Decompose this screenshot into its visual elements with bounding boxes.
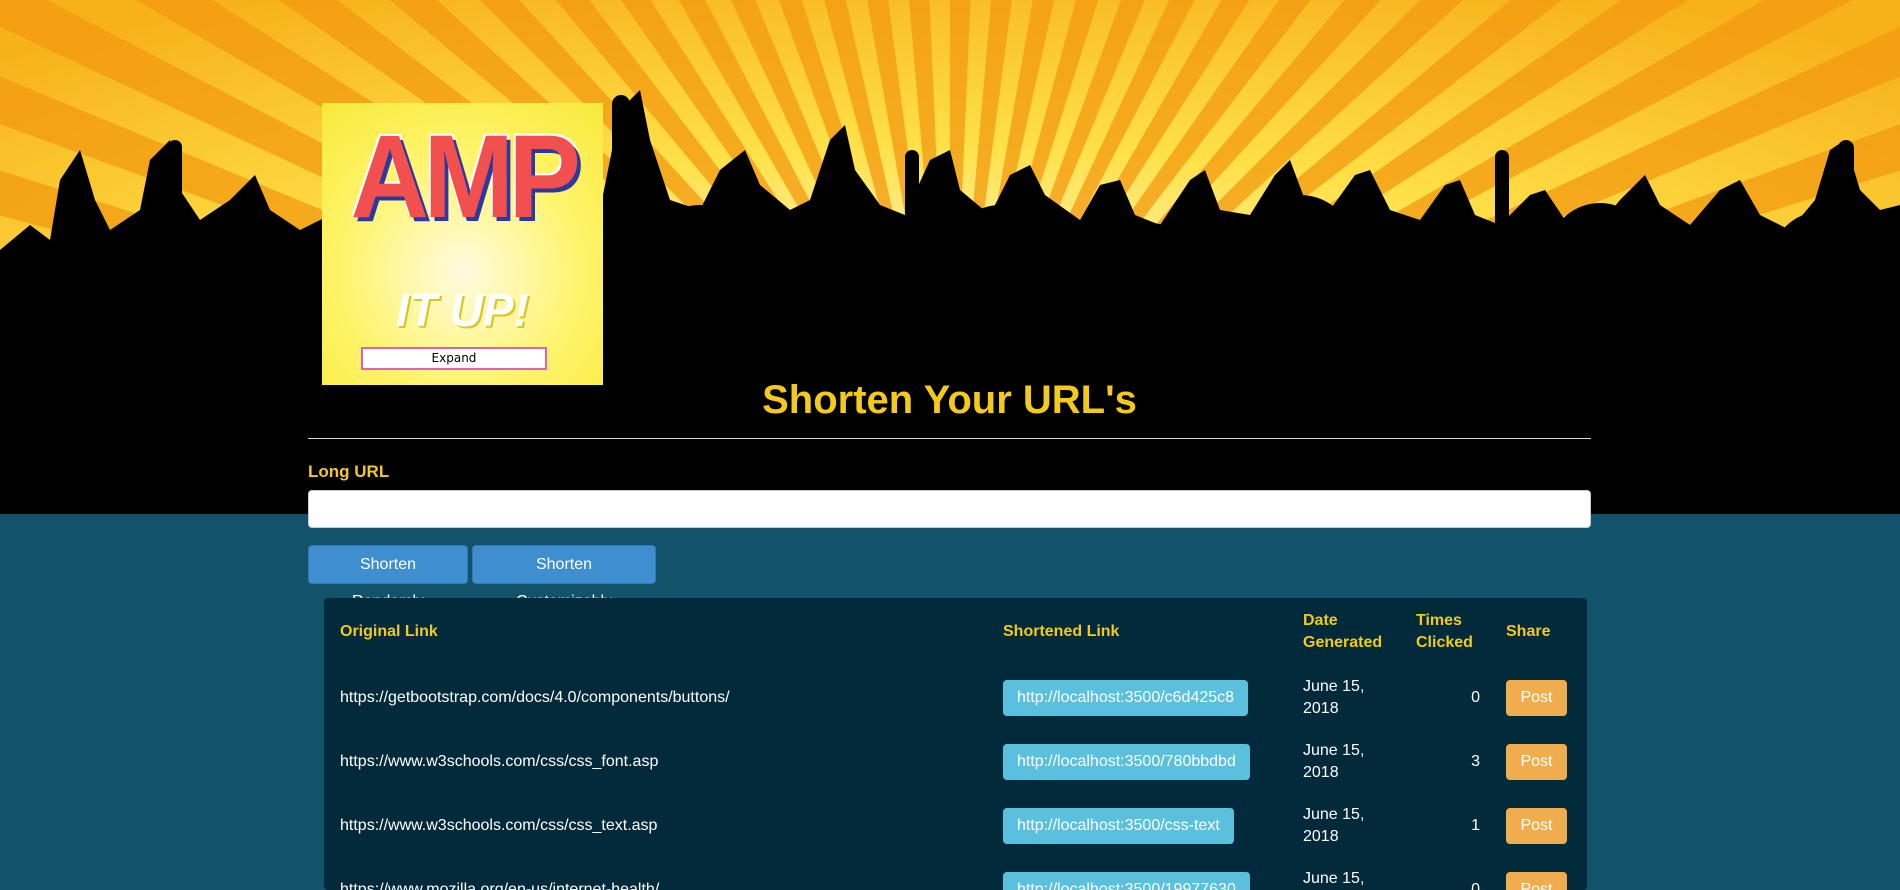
logo-amp-text: AMP	[350, 111, 581, 243]
share-cell: Post	[1496, 666, 1587, 730]
shortened-link[interactable]: http://localhost:3500/780bbdbd	[1003, 744, 1250, 780]
links-table: Original Link Shortened Link Date Genera…	[324, 598, 1587, 890]
table-row: https://www.mozilla.org/en-us/internet-h…	[324, 858, 1587, 890]
post-button[interactable]: Post	[1506, 680, 1567, 716]
divider	[308, 438, 1591, 439]
post-button[interactable]: Post	[1506, 872, 1567, 890]
share-cell: Post	[1496, 794, 1587, 858]
share-cell: Post	[1496, 858, 1587, 890]
date-cell: June 15, 2018	[1303, 742, 1365, 781]
clicks-cell: 0	[1471, 881, 1480, 890]
clicks-cell: 0	[1471, 689, 1480, 706]
links-table-panel: Original Link Shortened Link Date Genera…	[324, 598, 1587, 890]
shortened-link[interactable]: http://localhost:3500/c6d425c8	[1003, 680, 1249, 716]
date-cell: June 15, 2018	[1303, 806, 1365, 845]
shortened-link-cell: http://localhost:3500/css-text	[987, 794, 1297, 858]
date-cell: June 15, 2018	[1303, 870, 1365, 887]
shortened-link[interactable]: http://localhost:3500/css-text	[1003, 808, 1234, 844]
header-share: Share	[1506, 623, 1551, 640]
hero-banner	[0, 0, 1900, 514]
logo-it-up-text: IT UP!	[396, 284, 529, 336]
clicks-cell: 1	[1471, 817, 1480, 834]
shortened-link-cell: http://localhost:3500/19977630	[987, 858, 1297, 890]
shortened-link-cell: http://localhost:3500/780bbdbd	[987, 730, 1297, 794]
concert-crowd-illustration	[0, 0, 1900, 514]
original-link-cell: https://www.mozilla.org/en-us/internet-h…	[340, 881, 660, 890]
expand-button[interactable]: Expand	[361, 347, 547, 370]
post-button[interactable]: Post	[1506, 744, 1567, 780]
header-times-clicked: Times Clicked	[1416, 612, 1473, 651]
clicks-cell: 3	[1471, 753, 1480, 770]
table-row: https://www.w3schools.com/css/css_text.a…	[324, 794, 1587, 858]
date-cell: June 15, 2018	[1303, 678, 1365, 717]
header-original-link: Original Link	[340, 623, 438, 640]
share-cell: Post	[1496, 730, 1587, 794]
post-button[interactable]: Post	[1506, 808, 1567, 844]
page-title: Shorten Your URL's	[762, 378, 1137, 422]
header-date-generated: Date Generated	[1303, 612, 1383, 651]
shortened-link-cell: http://localhost:3500/c6d425c8	[987, 666, 1297, 730]
original-link-cell: https://www.w3schools.com/css/css_font.a…	[340, 753, 659, 770]
shorten-randomly-button[interactable]: Shorten Randomly	[308, 545, 468, 610]
table-row: https://getbootstrap.com/docs/4.0/compon…	[324, 666, 1587, 730]
table-row: https://www.w3schools.com/css/css_font.a…	[324, 730, 1587, 794]
original-link-cell: https://www.w3schools.com/css/css_text.a…	[340, 817, 658, 834]
original-link-cell: https://getbootstrap.com/docs/4.0/compon…	[340, 689, 730, 706]
long-url-label: Long URL	[308, 462, 390, 481]
table-header-row: Original Link Shortened Link Date Genera…	[324, 598, 1587, 666]
long-url-input[interactable]	[308, 490, 1591, 528]
shortened-link[interactable]: http://localhost:3500/19977630	[1003, 872, 1250, 890]
shorten-customizably-button[interactable]: Shorten Customizably	[472, 545, 656, 610]
header-shortened-link: Shortened Link	[1003, 623, 1120, 640]
amp-it-up-logo: AMP IT UP! Expand	[322, 103, 603, 385]
